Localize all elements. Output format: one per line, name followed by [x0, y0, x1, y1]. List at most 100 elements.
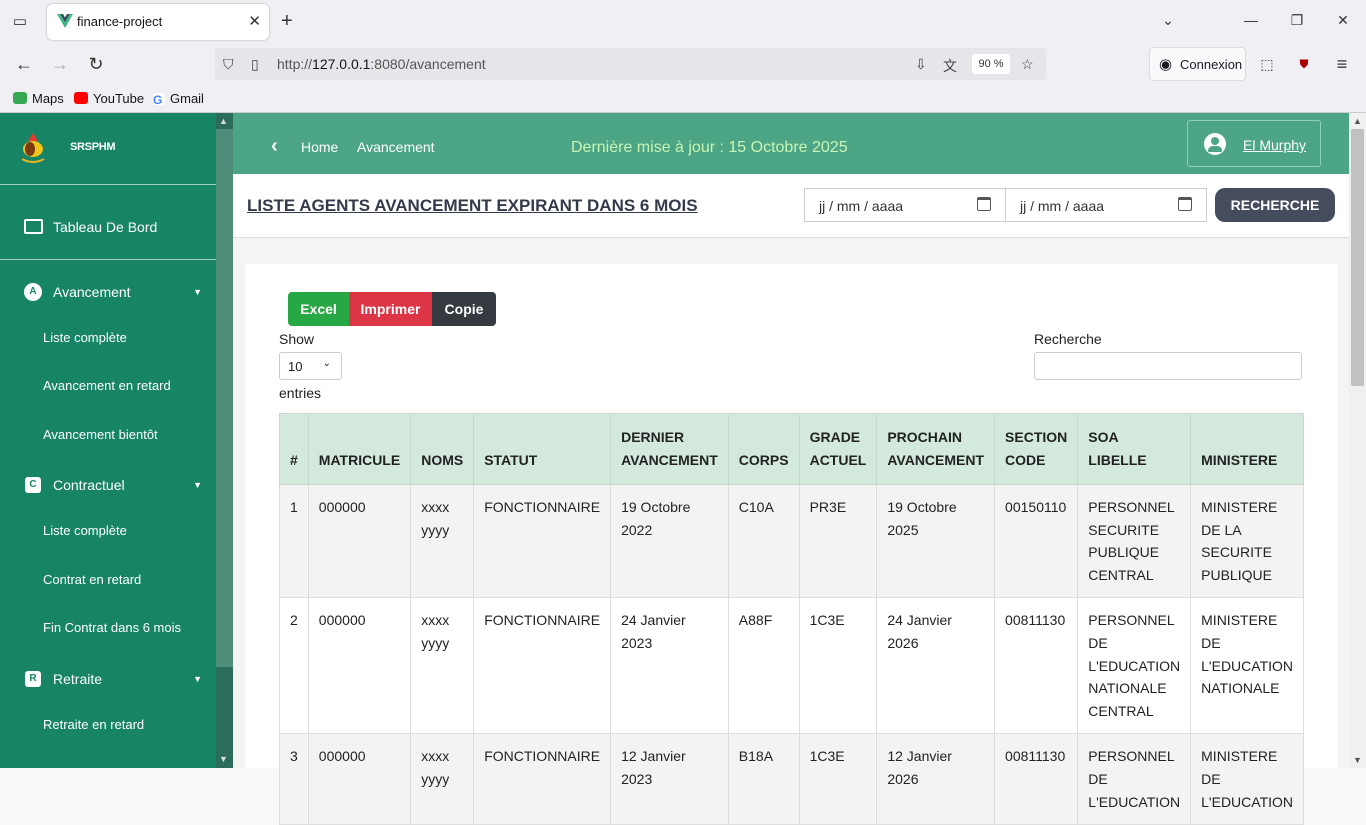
sidebar-link-fin-contrat[interactable]: Fin Contrat dans 6 mois: [43, 620, 181, 635]
cell-statut: FONCTIONNAIRE: [473, 483, 612, 599]
col-header-dernier-avancement[interactable]: DERNIER AVANCEMENT: [610, 413, 729, 485]
scroll-up-icon[interactable]: ▲: [219, 116, 228, 126]
breadcrumb-home[interactable]: Home: [301, 139, 338, 155]
cell-soa-libelle: PERSONNEL DE L'EDUCATION: [1077, 733, 1192, 825]
page-scroll-thumb[interactable]: [1351, 129, 1364, 386]
restore-icon[interactable]: ❐: [1287, 12, 1307, 29]
user-avatar-icon: [1204, 133, 1226, 155]
col-header-prochain-avancement[interactable]: PROCHAIN AVANCEMENT: [876, 413, 996, 485]
tab-list-icon[interactable]: ▭: [10, 12, 30, 32]
cell-grade: 1C3E: [798, 597, 878, 735]
scroll-down-icon[interactable]: ▼: [1353, 755, 1362, 765]
bookmark-youtube[interactable]: YouTube: [74, 91, 144, 106]
col-header-statut[interactable]: STATUT: [473, 413, 612, 485]
sidebar-link-contrat-liste[interactable]: Liste complète: [43, 523, 127, 538]
cell-corps: A88F: [727, 597, 800, 735]
sidebar-link-avancement-retard[interactable]: Avancement en retard: [43, 378, 171, 393]
cell-ministere: MINISTERE DE LA SECURITE PUBLIQUE: [1190, 483, 1304, 599]
star-icon[interactable]: ☆: [1021, 56, 1034, 73]
entries-label: entries: [279, 385, 322, 401]
calendar-icon[interactable]: [977, 197, 991, 211]
col-header-ministere[interactable]: MINISTERE: [1190, 413, 1304, 485]
connexion-button[interactable]: ◉ Connexion: [1149, 47, 1246, 81]
browser-tab[interactable]: finance-project ✕: [47, 4, 269, 40]
minimize-icon[interactable]: —: [1241, 12, 1261, 28]
col-header-soa-libelle[interactable]: SOA LIBELLE: [1077, 413, 1192, 485]
cell-grade: PR3E: [798, 483, 878, 599]
page-size-select[interactable]: 10 ⌄: [279, 352, 342, 380]
page-scrollbar[interactable]: ▲ ▼: [1349, 113, 1366, 768]
back-arrow-icon[interactable]: ←: [12, 52, 36, 76]
col-header-grade[interactable]: GRADE ACTUEL: [798, 413, 878, 485]
google-icon: G: [153, 93, 165, 107]
excel-button[interactable]: Excel: [288, 292, 349, 326]
table-header-row: # MATRICULE NOMS STATUT DERNIER AVANCEME…: [279, 413, 1304, 485]
calendar-icon[interactable]: [1178, 197, 1192, 211]
sidebar: SRSPHM Tableau De Bord A Avancement ▼ Li…: [0, 113, 216, 768]
copy-button[interactable]: Copie: [432, 292, 496, 326]
col-header-section-code[interactable]: SECTION CODE: [994, 413, 1079, 485]
cell-index: 1: [279, 483, 309, 599]
shield-icon[interactable]: ⛉: [223, 56, 234, 73]
tab-strip: ▭ finance-project ✕ + ⌄ — ❐ ✕: [0, 0, 1366, 44]
print-button[interactable]: Imprimer: [349, 292, 432, 326]
start-date-input[interactable]: jj / mm / aaaa: [804, 188, 1006, 222]
table-row[interactable]: 2 000000 xxxx yyyy FONCTIONNAIRE 24 Janv…: [279, 597, 1304, 735]
bookmark-gmail[interactable]: G Gmail: [153, 91, 204, 107]
bookmark-maps[interactable]: Maps: [13, 91, 64, 106]
cell-dernier-avancement: 19 Octobre 2022: [610, 483, 729, 599]
address-bar[interactable]: ⛉ ▯ http://127.0.0.1:8080/avancement ⇩ 文…: [215, 48, 1046, 80]
chevron-left-icon[interactable]: ‹: [271, 135, 278, 158]
reload-icon[interactable]: ↻: [84, 52, 108, 76]
window-close-icon[interactable]: ✕: [1333, 12, 1353, 29]
show-label: Show: [279, 331, 315, 347]
bookmarks-bar: Maps YouTube G Gmail: [0, 84, 1366, 113]
cell-dernier-avancement: 12 Janvier 2023: [610, 733, 729, 825]
vue-logo-icon: [57, 14, 73, 28]
youtube-icon: [74, 92, 88, 104]
download-icon[interactable]: ⇩: [915, 56, 927, 73]
zoom-level[interactable]: 90 %: [972, 54, 1010, 74]
scroll-down-icon[interactable]: ▼: [219, 754, 228, 764]
cell-section-code: 00811130: [994, 733, 1079, 825]
translate-icon[interactable]: 文: [943, 56, 957, 76]
sidebar-link-retraite-retard[interactable]: Retraite en retard: [43, 717, 144, 732]
recherche-button[interactable]: RECHERCHE: [1215, 188, 1335, 222]
page-title: LISTE AGENTS AVANCEMENT EXPIRANT DANS 6 …: [247, 196, 698, 215]
cell-corps: C10A: [727, 483, 800, 599]
sidebar-scroll-thumb[interactable]: [216, 129, 233, 667]
sidebar-link-contrat-retard[interactable]: Contrat en retard: [43, 572, 141, 587]
new-tab-icon[interactable]: +: [281, 10, 293, 32]
breadcrumb-current: Avancement: [357, 139, 435, 155]
table-search-input[interactable]: [1034, 352, 1302, 380]
cell-corps: B18A: [727, 733, 800, 825]
account-icon: ◉: [1159, 56, 1173, 73]
sidebar-link-liste-complete[interactable]: Liste complète: [43, 330, 127, 345]
menu-icon[interactable]: ≡: [1330, 52, 1354, 76]
url-text[interactable]: http://127.0.0.1:8080/avancement: [277, 56, 486, 72]
sidebar-link-avancement-bientot[interactable]: Avancement bientôt: [43, 427, 158, 442]
col-header-noms[interactable]: NOMS: [410, 413, 475, 485]
brand-name: SRSPHM: [70, 141, 116, 153]
user-name[interactable]: El Murphy: [1243, 137, 1306, 153]
col-header-corps[interactable]: CORPS: [727, 413, 800, 485]
table-card: Excel Imprimer Copie Show 10 ⌄ entries R…: [245, 264, 1338, 825]
col-header-index[interactable]: #: [279, 413, 309, 485]
retraite-icon: R: [25, 671, 41, 687]
extensions-icon[interactable]: ⬚: [1255, 52, 1279, 76]
cell-index: 2: [279, 597, 309, 735]
forward-arrow-icon[interactable]: →: [48, 52, 72, 76]
tab-title: finance-project: [77, 14, 163, 29]
table-row[interactable]: 1 000000 xxxx yyyy FONCTIONNAIRE 19 Octo…: [279, 483, 1304, 599]
ublock-icon[interactable]: ⛊: [1292, 52, 1316, 76]
sidebar-scrollbar[interactable]: ▲ ▼: [216, 113, 233, 768]
col-header-matricule[interactable]: MATRICULE: [307, 413, 412, 485]
scroll-up-icon[interactable]: ▲: [1353, 116, 1362, 126]
cell-statut: FONCTIONNAIRE: [473, 733, 612, 825]
last-update: Dernière mise à jour : 15 Octobre 2025: [571, 139, 848, 156]
user-menu[interactable]: El Murphy: [1187, 120, 1321, 167]
chevron-down-icon[interactable]: ⌄: [1158, 12, 1178, 29]
table-row[interactable]: 3 000000 xxxx yyyy FONCTIONNAIRE 12 Janv…: [279, 733, 1304, 825]
end-date-input[interactable]: jj / mm / aaaa: [1005, 188, 1207, 222]
close-tab-icon[interactable]: ✕: [248, 12, 261, 30]
